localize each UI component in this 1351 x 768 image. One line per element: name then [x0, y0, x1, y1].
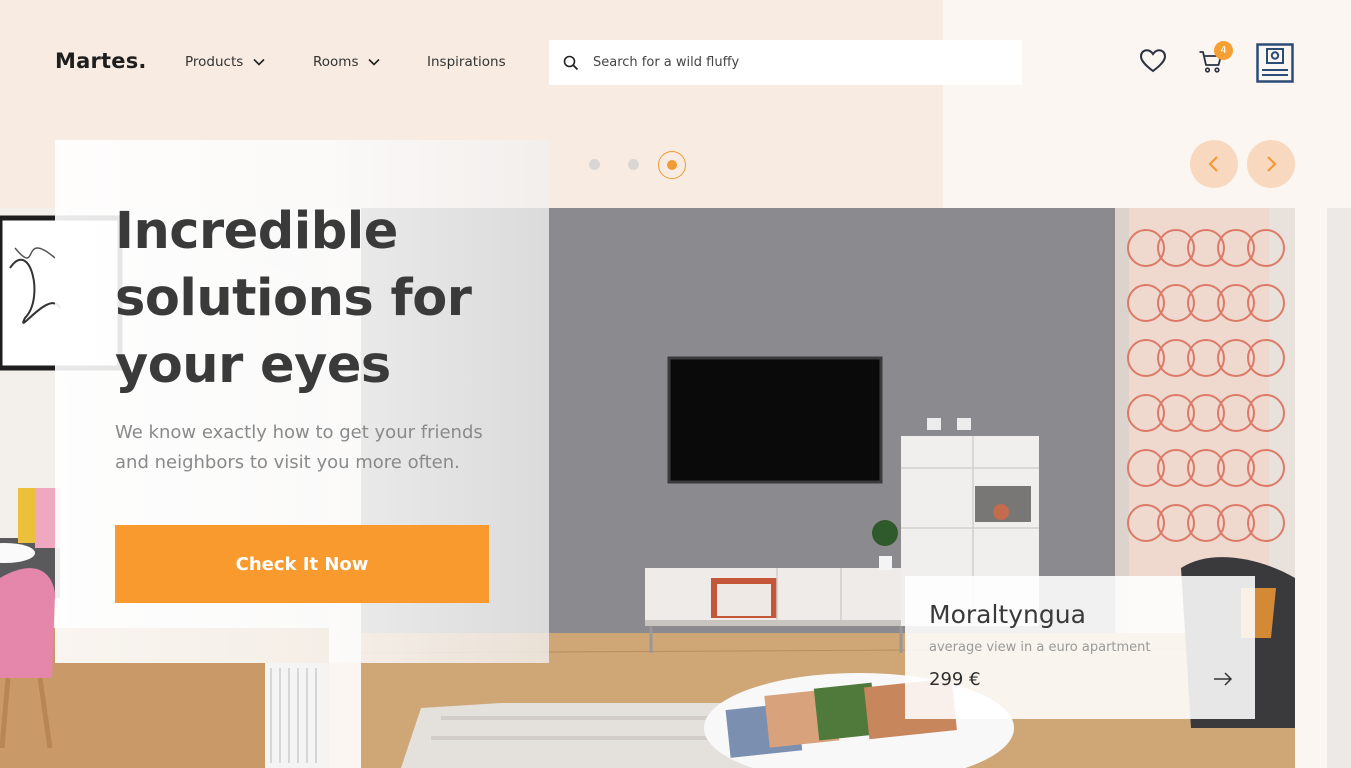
slider-dot-2[interactable] — [628, 159, 639, 170]
arrow-right-icon[interactable] — [1213, 671, 1233, 687]
chevron-left-icon — [1208, 156, 1218, 172]
nav-rooms[interactable]: Rooms — [313, 54, 381, 70]
product-card[interactable]: Moraltyngua average view in a euro apart… — [905, 576, 1255, 719]
slider-dot-1[interactable] — [589, 159, 600, 170]
user-profile-icon[interactable] — [1256, 43, 1294, 83]
nav-rooms-label: Rooms — [313, 54, 359, 70]
slider-next-button[interactable] — [1247, 140, 1295, 188]
slider-dot-3-active[interactable] — [658, 151, 686, 179]
chevron-right-icon — [1267, 156, 1277, 172]
search-input[interactable] — [593, 55, 993, 70]
product-description: average view in a euro apartment — [929, 640, 1151, 655]
product-price: 299 € — [929, 669, 981, 690]
chevron-down-icon — [368, 58, 381, 66]
product-name: Moraltyngua — [929, 600, 1086, 629]
logo[interactable]: Martes. — [55, 49, 147, 73]
nav-products-label: Products — [185, 54, 244, 70]
hero-subtitle: We know exactly how to get your friends … — [115, 422, 483, 473]
hero-title: Incredible solutions for your eyes — [115, 202, 472, 395]
heart-icon[interactable] — [1139, 48, 1167, 74]
search-icon — [563, 55, 579, 70]
check-it-now-button[interactable]: Check It Now — [115, 525, 489, 603]
chevron-down-icon — [253, 58, 265, 66]
room-photo-next — [1327, 208, 1351, 768]
nav-products[interactable]: Products — [185, 54, 266, 70]
cart-count-badge: 4 — [1214, 41, 1233, 60]
nav-inspirations[interactable]: Inspirations — [427, 54, 506, 70]
nav-inspirations-label: Inspirations — [427, 54, 506, 70]
search-bar[interactable] — [549, 40, 1022, 85]
slider-prev-button[interactable] — [1190, 140, 1238, 188]
